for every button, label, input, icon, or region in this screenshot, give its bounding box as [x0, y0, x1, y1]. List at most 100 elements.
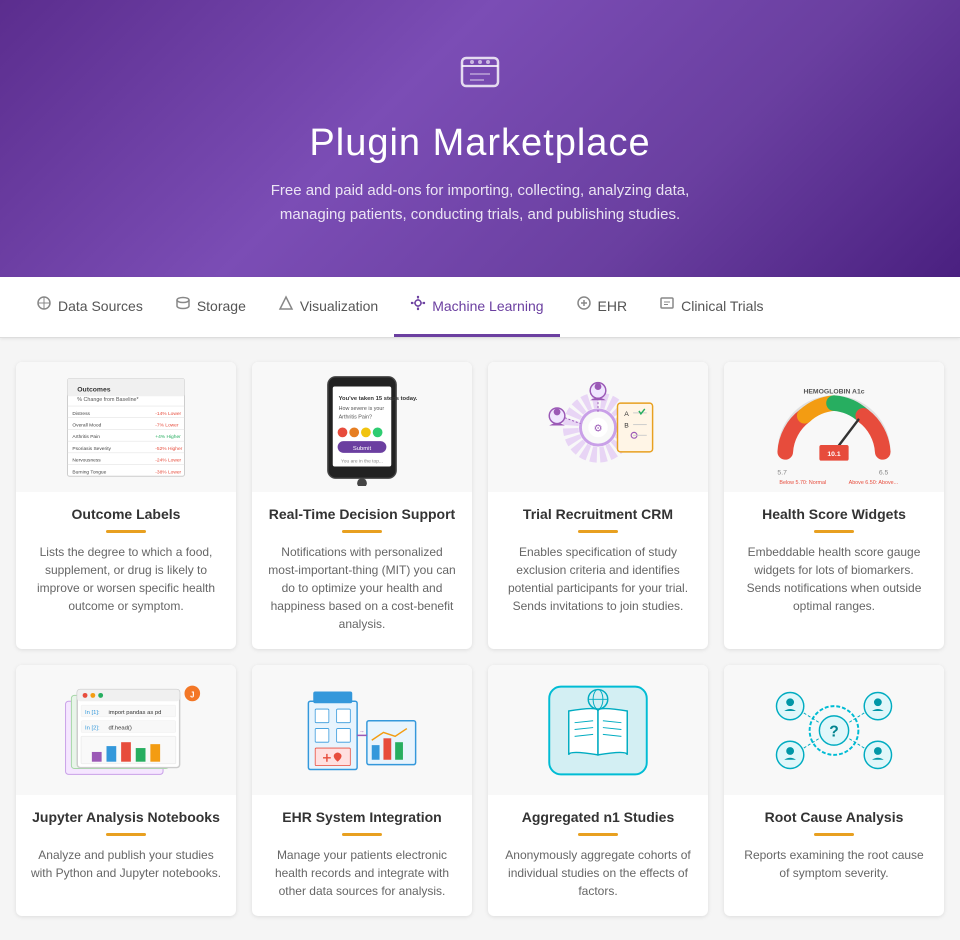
card-root-cause-body: Root Cause Analysis Reports examining th…: [724, 795, 944, 916]
svg-text:HEMOGLOBIN A1c: HEMOGLOBIN A1c: [803, 388, 864, 395]
nav-clinical-trials[interactable]: Clinical Trials: [643, 277, 779, 337]
svg-text:Arthritis Pain?: Arthritis Pain?: [339, 414, 372, 420]
card-root-cause-image: ?: [724, 665, 944, 795]
card-jupyter-desc: Analyze and publish your studies with Py…: [30, 846, 222, 882]
card-trial-recruitment-desc: Enables specification of study exclusion…: [502, 543, 694, 615]
card-aggregated-studies[interactable]: Aggregated n1 Studies Anonymously aggreg…: [488, 665, 708, 916]
svg-text:⚙: ⚙: [594, 423, 603, 434]
svg-text:6.5: 6.5: [879, 469, 889, 476]
card-divider-5: [106, 833, 146, 836]
card-ehr-integration-image: →: [252, 665, 472, 795]
svg-text:-14% Lower: -14% Lower: [155, 410, 181, 416]
svg-text:In [2]:: In [2]:: [85, 725, 100, 731]
plugins-grid: Outcomes % Change from Baseline* Distres…: [16, 362, 944, 916]
ehr-icon: [576, 295, 592, 316]
card-ehr-integration-desc: Manage your patients electronic health r…: [266, 846, 458, 900]
card-real-time-decision[interactable]: You've taken 15 steps today. How severe …: [252, 362, 472, 649]
svg-text:You've taken 15 steps today.: You've taken 15 steps today.: [339, 396, 418, 402]
storage-icon: [175, 295, 191, 316]
card-aggregated-studies-title: Aggregated n1 Studies: [502, 809, 694, 825]
nav-data-sources[interactable]: Data Sources: [20, 277, 159, 337]
card-jupyter[interactable]: In [1]: import pandas as pd In [2]: df.h…: [16, 665, 236, 916]
svg-text:Overall Mood: Overall Mood: [72, 422, 101, 428]
svg-text:df.head(): df.head(): [108, 725, 131, 731]
card-ehr-integration-body: EHR System Integration Manage your patie…: [252, 795, 472, 916]
nav-machine-learning-label: Machine Learning: [432, 298, 543, 314]
card-outcome-labels[interactable]: Outcomes % Change from Baseline* Distres…: [16, 362, 236, 649]
svg-text:Arthritis Pain: Arthritis Pain: [72, 434, 100, 440]
svg-text:How severe is your: How severe is your: [339, 405, 385, 411]
marketplace-icon: [20, 40, 940, 112]
page-header: Plugin Marketplace Free and paid add-ons…: [0, 0, 960, 277]
svg-text:Nervousness: Nervousness: [72, 457, 101, 463]
nav-visualization[interactable]: Visualization: [262, 277, 394, 337]
data-sources-icon: [36, 295, 52, 316]
card-divider-4: [814, 530, 854, 533]
card-real-time-decision-title: Real-Time Decision Support: [266, 506, 458, 522]
clinical-trials-icon: [659, 295, 675, 316]
nav-storage-label: Storage: [197, 298, 246, 314]
page-subtitle: Free and paid add-ons for importing, col…: [260, 179, 700, 227]
machine-learning-icon: [410, 295, 426, 316]
card-trial-recruitment-body: Trial Recruitment CRM Enables specificat…: [488, 492, 708, 649]
svg-text:J: J: [190, 690, 194, 699]
svg-text:-24% Lower: -24% Lower: [155, 457, 181, 463]
svg-text:Below 5.70: Normal: Below 5.70: Normal: [779, 480, 826, 486]
card-root-cause-desc: Reports examining the root cause of symp…: [738, 846, 930, 882]
card-divider-2: [342, 530, 382, 533]
card-health-score[interactable]: 5.7 6.5 10.1 Below 5.70: Normal Above 6.…: [724, 362, 944, 649]
svg-text:% Change from Baseline*: % Change from Baseline*: [77, 397, 138, 403]
nav-storage[interactable]: Storage: [159, 277, 262, 337]
card-ehr-integration-title: EHR System Integration: [266, 809, 458, 825]
card-outcome-labels-desc: Lists the degree to which a food, supple…: [30, 543, 222, 615]
card-trial-recruitment[interactable]: A B ⚙ Trial Recruitment CRM: [488, 362, 708, 649]
card-root-cause[interactable]: ?: [724, 665, 944, 916]
card-outcome-labels-title: Outcome Labels: [30, 506, 222, 522]
nav-ehr[interactable]: EHR: [560, 277, 644, 337]
svg-text:-38% Lower: -38% Lower: [155, 469, 181, 475]
card-aggregated-studies-desc: Anonymously aggregate cohorts of individ…: [502, 846, 694, 900]
nav-visualization-label: Visualization: [300, 298, 378, 314]
card-ehr-integration[interactable]: → EHR System Integration Manage your pat…: [252, 665, 472, 916]
svg-text:10.1: 10.1: [827, 450, 840, 457]
svg-text:+4% Higher: +4% Higher: [155, 434, 181, 440]
card-real-time-decision-desc: Notifications with personalized most-imp…: [266, 543, 458, 633]
visualization-icon: [278, 295, 294, 316]
svg-text:5.7: 5.7: [777, 469, 787, 476]
category-nav: Data Sources Storage Visualization Machi…: [0, 277, 960, 338]
card-outcome-labels-body: Outcome Labels Lists the degree to which…: [16, 492, 236, 649]
card-root-cause-title: Root Cause Analysis: [738, 809, 930, 825]
card-jupyter-body: Jupyter Analysis Notebooks Analyze and p…: [16, 795, 236, 916]
svg-text:Outcomes: Outcomes: [77, 386, 111, 393]
card-real-time-decision-body: Real-Time Decision Support Notifications…: [252, 492, 472, 649]
page-title: Plugin Marketplace: [20, 122, 940, 165]
card-aggregated-studies-body: Aggregated n1 Studies Anonymously aggreg…: [488, 795, 708, 916]
card-health-score-title: Health Score Widgets: [738, 506, 930, 522]
svg-text:?: ?: [829, 723, 839, 740]
nav-ehr-label: EHR: [598, 298, 628, 314]
svg-text:In [1]:: In [1]:: [85, 709, 100, 715]
svg-text:Distress: Distress: [72, 410, 90, 416]
main-content: Outcomes % Change from Baseline* Distres…: [0, 338, 960, 940]
nav-machine-learning[interactable]: Machine Learning: [394, 277, 559, 337]
card-divider-6: [342, 833, 382, 836]
card-divider-8: [814, 833, 854, 836]
card-divider: [106, 530, 146, 533]
card-trial-recruitment-title: Trial Recruitment CRM: [502, 506, 694, 522]
card-health-score-body: Health Score Widgets Embeddable health s…: [724, 492, 944, 649]
svg-text:Psoriasis Severity: Psoriasis Severity: [72, 445, 111, 451]
svg-text:import pandas as pd: import pandas as pd: [108, 709, 161, 715]
card-jupyter-title: Jupyter Analysis Notebooks: [30, 809, 222, 825]
svg-text:-52% Higher: -52% Higher: [155, 445, 182, 451]
svg-text:A: A: [624, 410, 629, 417]
svg-text:Burning Tongue: Burning Tongue: [72, 469, 106, 475]
card-divider-3: [578, 530, 618, 533]
card-outcome-labels-image: Outcomes % Change from Baseline* Distres…: [16, 362, 236, 492]
card-divider-7: [578, 833, 618, 836]
card-health-score-image: 5.7 6.5 10.1 Below 5.70: Normal Above 6.…: [724, 362, 944, 492]
card-aggregated-studies-image: [488, 665, 708, 795]
nav-clinical-trials-label: Clinical Trials: [681, 298, 763, 314]
card-trial-recruitment-image: A B ⚙: [488, 362, 708, 492]
card-real-time-decision-image: You've taken 15 steps today. How severe …: [252, 362, 472, 492]
svg-text:You are in the top...: You are in the top...: [341, 458, 383, 464]
